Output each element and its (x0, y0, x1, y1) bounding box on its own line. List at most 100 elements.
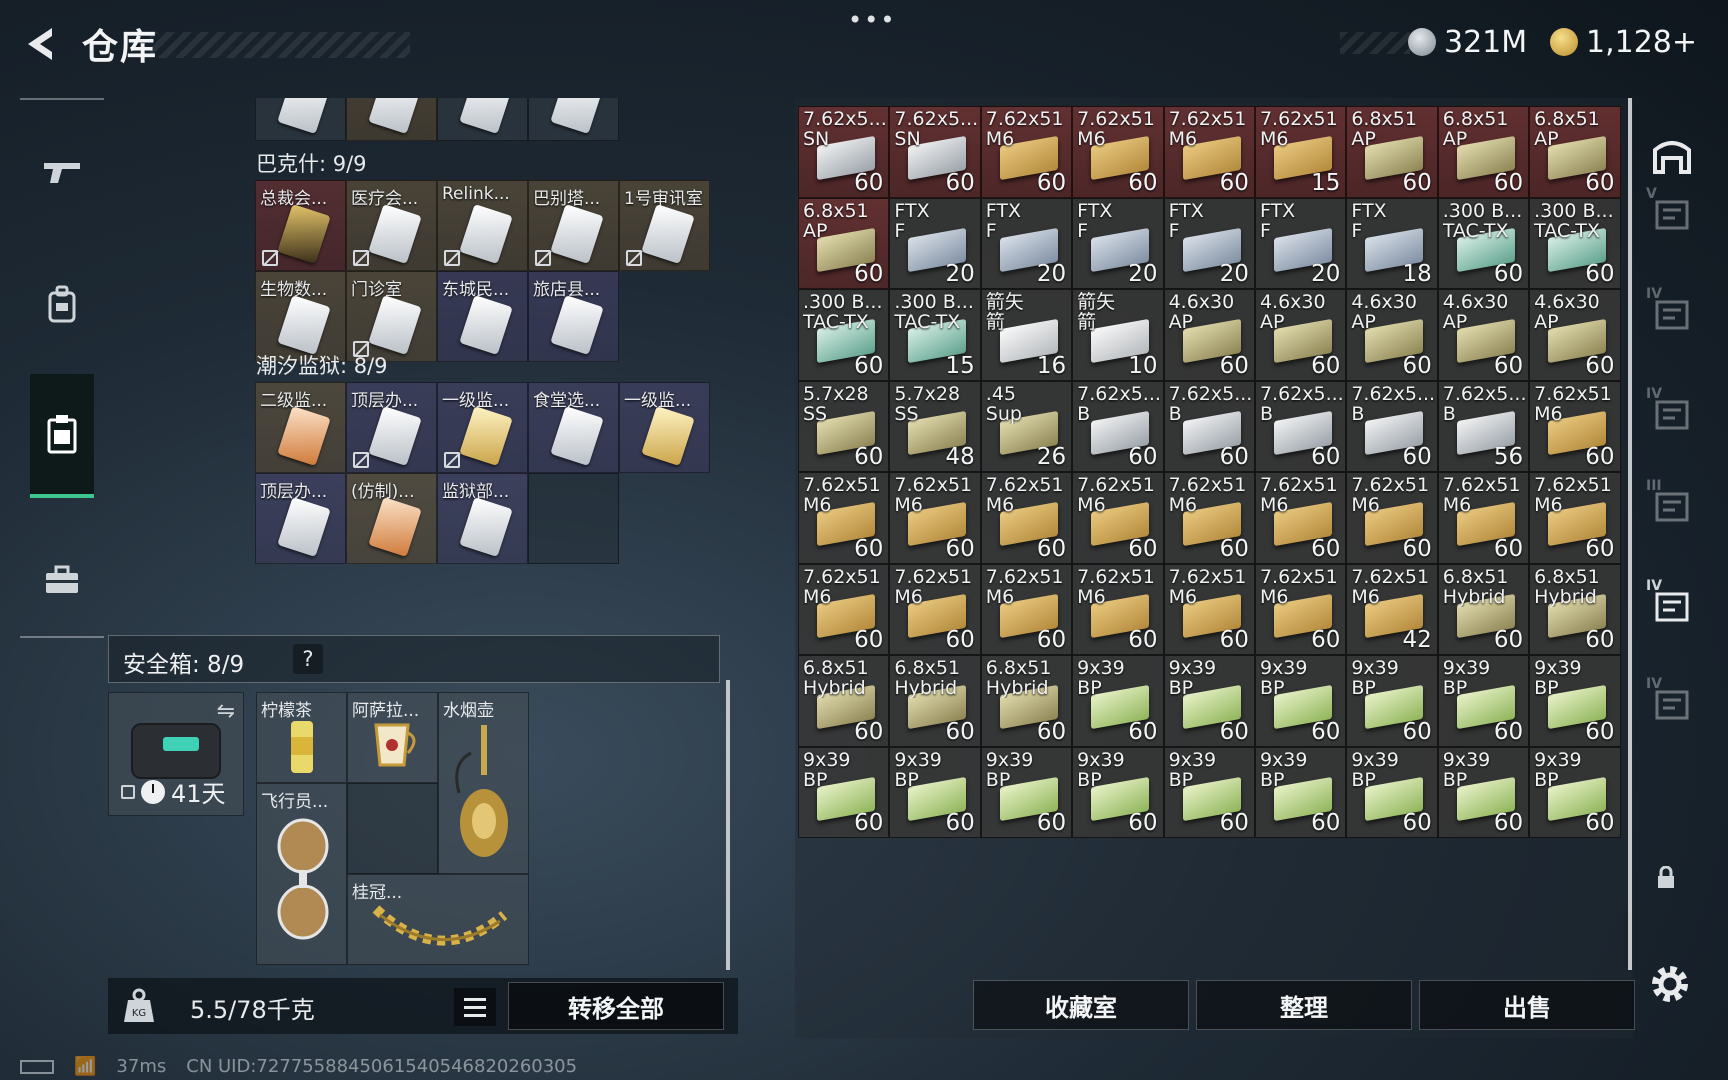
ammo-slot[interactable]: FTX F 20 (980, 197, 1073, 289)
ammo-slot[interactable]: 9x39 BP 60 (980, 746, 1073, 838)
safe-slot-empty[interactable] (347, 783, 438, 874)
warehouse-home-tab[interactable] (1646, 130, 1698, 182)
ammo-slot[interactable]: 箭矢 箭 10 (1072, 289, 1164, 381)
safe-item-lemon-tea[interactable]: 柠檬茶 (256, 692, 347, 783)
ammo-slot[interactable]: 9x39 BP 60 (798, 746, 890, 838)
keycard-slot[interactable]: 一级监... (437, 382, 528, 473)
ammo-slot[interactable]: 7.62x51 M6 60 (1163, 563, 1255, 655)
ammo-slot[interactable]: 7.62x5... B 60 (1163, 380, 1255, 472)
ammo-slot[interactable]: 7.62x51 M6 60 (1072, 563, 1164, 655)
ammo-slot[interactable]: 9x39 BP 60 (1529, 655, 1621, 747)
ammo-slot[interactable]: 7.62x5... B 60 (1346, 380, 1438, 472)
safe-item-pilot-glasses[interactable]: 飞行员... (256, 783, 347, 965)
keycard-slot[interactable]: 顶层办... (346, 382, 437, 473)
tab-weapons[interactable] (30, 140, 94, 204)
keycard-slot[interactable]: 门诊室 (346, 271, 437, 362)
keycard-slot[interactable]: 东城民... (437, 271, 528, 362)
ammo-slot[interactable]: 9x39 BP 60 (1346, 655, 1438, 747)
safe-box-container[interactable]: ⇋ 41天 (108, 692, 244, 816)
ammo-slot[interactable]: 7.62x51 M6 60 (1163, 472, 1255, 564)
ammo-slot[interactable]: FTX F 20 (1163, 197, 1255, 289)
left-scrollbar[interactable] (726, 680, 730, 970)
right-scrollbar[interactable] (1628, 98, 1632, 970)
tab-equipment[interactable] (30, 272, 94, 336)
keycard-slot[interactable]: 生物数... (255, 271, 346, 362)
keycard-slot[interactable]: 巴别塔... (528, 180, 619, 271)
currency-silver[interactable]: 321M (1408, 22, 1527, 62)
ammo-slot[interactable]: 9x39 BP 60 (1254, 746, 1347, 838)
ammo-slot[interactable]: 7.62x51 M6 60 (889, 563, 981, 655)
ammo-slot[interactable]: FTX F 18 (1346, 197, 1438, 289)
ammo-slot[interactable]: 7.62x51 M6 15 (1254, 106, 1347, 198)
ammo-slot[interactable]: .300 B... TAC-TX 60 (798, 289, 890, 381)
ammo-slot[interactable]: 9x39 BP 60 (1346, 746, 1438, 838)
ammo-slot[interactable]: 7.62x51 M6 60 (1437, 472, 1530, 564)
ammo-slot[interactable]: 7.62x51 M6 60 (889, 472, 981, 564)
keycard-slot[interactable]: 二级监... (255, 382, 346, 473)
safe-item-asala[interactable]: 阿萨拉... (347, 692, 438, 783)
ammo-slot[interactable]: 9x39 BP 60 (1437, 746, 1530, 838)
ammo-slot[interactable]: 7.62x51 M6 60 (980, 472, 1073, 564)
sort-button[interactable]: 整理 (1196, 980, 1412, 1030)
ammo-slot[interactable]: 9x39 BP 60 (1254, 655, 1347, 747)
ammo-slot[interactable]: 7.62x51 M6 60 (980, 563, 1073, 655)
ammo-slot[interactable]: 6.8x51 Hybrid 60 (889, 655, 981, 747)
ammo-slot[interactable]: 7.62x51 M6 60 (1346, 472, 1438, 564)
ammo-slot[interactable]: .45 Sup 26 (980, 380, 1073, 472)
ammo-slot[interactable]: 5.7x28 SS 60 (798, 380, 890, 472)
ammo-slot[interactable]: 7.62x51 M6 60 (1254, 472, 1347, 564)
ammo-slot[interactable]: FTX F 20 (1254, 197, 1347, 289)
ammo-slot[interactable]: 7.62x5... B 60 (1254, 380, 1347, 472)
keycard-slot[interactable]: 旅店县... (528, 271, 619, 362)
ammo-slot[interactable]: 9x39 BP 60 (1072, 655, 1164, 747)
keycard-slot[interactable]: 医疗会... (346, 180, 437, 271)
warehouse-page-tab[interactable]: III (1646, 478, 1698, 532)
ammo-slot[interactable]: .300 B... TAC-TX 15 (889, 289, 981, 381)
ammo-slot[interactable]: 7.62x51 M6 60 (1072, 472, 1164, 564)
transfer-all-button[interactable]: 转移全部 (508, 982, 724, 1030)
ammo-slot[interactable]: 6.8x51 Hybrid 60 (798, 655, 890, 747)
ammo-slot[interactable]: .300 B... TAC-TX 60 (1437, 197, 1530, 289)
keycard-slot[interactable]: 一级监... (619, 382, 710, 473)
ammo-slot[interactable]: 9x39 BP 60 (1529, 746, 1621, 838)
ammo-slot[interactable]: 7.62x51 M6 60 (1529, 380, 1621, 472)
keycard-slot[interactable]: Relink... (437, 180, 528, 271)
ammo-slot[interactable]: 7.62x5... SN 60 (798, 106, 890, 198)
ammo-slot[interactable]: 7.62x5... B 60 (1072, 380, 1164, 472)
safe-item-laurel[interactable]: 桂冠... (347, 874, 529, 965)
ammo-slot[interactable]: 7.62x51 M6 60 (1529, 472, 1621, 564)
ammo-slot[interactable]: 6.8x51 Hybrid 60 (1529, 563, 1621, 655)
ammo-slot[interactable]: 4.6x30 AP 60 (1254, 289, 1347, 381)
keycard-slot[interactable]: 总裁会... (255, 180, 346, 271)
back-button[interactable] (18, 22, 62, 66)
ammo-slot[interactable]: 6.8x51 AP 60 (1437, 106, 1530, 198)
keycard-slot[interactable]: 监狱部... (437, 473, 528, 564)
ammo-slot[interactable]: 7.62x5... SN 60 (889, 106, 981, 198)
ammo-slot[interactable]: FTX F 20 (1072, 197, 1164, 289)
ammo-slot[interactable]: 6.8x51 AP 60 (798, 197, 890, 289)
ammo-slot[interactable]: 4.6x30 AP 60 (1346, 289, 1438, 381)
keycard-scroll-area[interactable]: 巴克什: 9/9 总裁会... 医疗会... Relink... 巴别塔... 1号审讯… (108, 98, 734, 970)
ammo-slot[interactable]: 7.62x51 M6 60 (1163, 106, 1255, 198)
warehouse-page-tab[interactable]: IV (1646, 578, 1698, 632)
ammo-slot[interactable]: FTX F 20 (889, 197, 981, 289)
collection-room-button[interactable]: 收藏室 (973, 980, 1189, 1030)
ammo-slot[interactable]: 6.8x51 AP 60 (1529, 106, 1621, 198)
warehouse-lock-icon[interactable] (1656, 865, 1676, 894)
keycard-slot[interactable]: (仿制)... (346, 473, 437, 564)
safe-item-hookah[interactable]: 水烟壶 (438, 692, 529, 874)
ammo-slot[interactable]: 7.62x51 M6 60 (1254, 563, 1347, 655)
keycard-slot[interactable] (346, 98, 437, 141)
keycard-slot[interactable]: 1号审讯室 (619, 180, 710, 271)
keycard-slot-empty[interactable] (528, 473, 619, 564)
ammo-slot[interactable]: 5.7x28 SS 48 (889, 380, 981, 472)
warehouse-page-tab[interactable]: IV (1646, 676, 1698, 730)
ammo-slot[interactable]: 9x39 BP 60 (1437, 655, 1530, 747)
ammo-slot[interactable]: 7.62x51 M6 60 (798, 472, 890, 564)
sell-button[interactable]: 出售 (1419, 980, 1635, 1030)
ammo-slot[interactable]: 7.62x51 M6 60 (798, 563, 890, 655)
swap-icon[interactable]: ⇋ (217, 699, 235, 724)
ammo-slot[interactable]: 7.62x51 M6 42 (1346, 563, 1438, 655)
ammo-slot[interactable]: 7.62x5... B 56 (1437, 380, 1530, 472)
keycard-slot[interactable]: 顶层办... (255, 473, 346, 564)
